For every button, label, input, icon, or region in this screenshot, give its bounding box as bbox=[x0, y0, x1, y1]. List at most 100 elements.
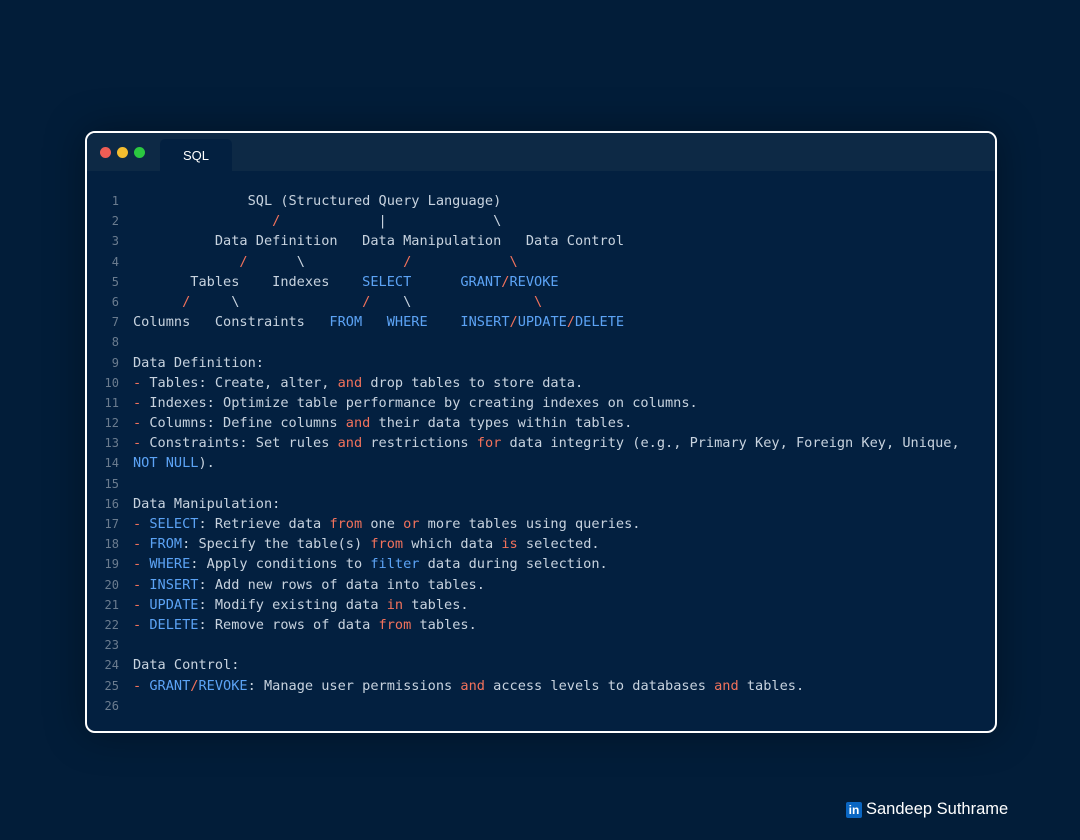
tab-sql[interactable]: SQL bbox=[160, 139, 232, 171]
code-token: NOT NULL bbox=[133, 455, 199, 472]
line-content: - GRANT/REVOKE: Manage user permissions … bbox=[133, 676, 804, 696]
line-content: - SELECT: Retrieve data from one or more… bbox=[133, 514, 640, 534]
code-token: Tables Indexes bbox=[133, 273, 363, 290]
code-token: : Specify the table(s) bbox=[182, 536, 371, 553]
minimize-dot-icon[interactable] bbox=[117, 147, 128, 158]
title-bar: SQL bbox=[87, 133, 995, 171]
line-number: 15 bbox=[104, 476, 119, 491]
line-number: 25 bbox=[104, 678, 119, 693]
maximize-dot-icon[interactable] bbox=[134, 147, 145, 158]
line-content: Data Definition Data Manipulation Data C… bbox=[133, 231, 624, 251]
code-token: \ bbox=[247, 253, 404, 270]
code-token: - bbox=[133, 677, 150, 694]
code-token: FROM bbox=[149, 536, 183, 553]
close-dot-icon[interactable] bbox=[100, 147, 111, 158]
code-token: or bbox=[403, 516, 420, 532]
line-number: 13 bbox=[104, 436, 119, 451]
code-line: 4 / \ / \ bbox=[87, 252, 995, 272]
code-line: 25 - GRANT/REVOKE: Manage user permission… bbox=[87, 676, 995, 696]
code-token: SELECT bbox=[149, 516, 199, 532]
code-token: - bbox=[133, 394, 150, 411]
code-token: UPDATE bbox=[149, 596, 199, 613]
code-token: \ bbox=[370, 293, 535, 310]
line-content: / | \ bbox=[133, 211, 501, 231]
code-line: 23 bbox=[87, 635, 995, 655]
code-line: 13 - Constraints: Set rules and restricti… bbox=[87, 433, 995, 453]
code-token: DELETE bbox=[575, 314, 625, 331]
line-number: 11 bbox=[104, 395, 119, 410]
line-number: 6 bbox=[111, 294, 119, 309]
line-content: - INSERT: Add new rows of data into tabl… bbox=[133, 575, 485, 595]
code-token: Data Manipulation: bbox=[133, 495, 281, 512]
line-number: 8 bbox=[111, 335, 119, 350]
code-token: - bbox=[133, 576, 150, 593]
line-number: 4 bbox=[111, 254, 119, 269]
code-token: from bbox=[329, 516, 363, 532]
line-number: 22 bbox=[104, 617, 119, 632]
code-line: 21- UPDATE: Modify existing data in tabl… bbox=[87, 595, 995, 615]
line-content: - Columns: Define columns and their data… bbox=[133, 413, 632, 433]
code-token: and bbox=[714, 677, 739, 694]
line-number: 16 bbox=[104, 496, 119, 511]
code-token: : Manage user permissions bbox=[247, 677, 461, 694]
line-number: 24 bbox=[104, 658, 119, 673]
line-content: - DELETE: Remove rows of data from table… bbox=[133, 615, 477, 635]
code-token: : Retrieve data bbox=[198, 516, 330, 532]
code-token: WHERE bbox=[149, 556, 191, 573]
line-content: - Constraints: Set rules and restriction… bbox=[133, 433, 960, 453]
code-token: filter bbox=[370, 556, 420, 573]
line-content: - UPDATE: Modify existing data in tables… bbox=[133, 595, 469, 615]
linkedin-icon: in bbox=[846, 801, 862, 818]
author-name: Sandeep Suthrame bbox=[866, 800, 1009, 818]
code-line: 24 Data Control: bbox=[87, 655, 995, 675]
code-token: - bbox=[133, 596, 150, 613]
code-token: UPDATE bbox=[517, 314, 567, 331]
code-line: 3 Data Definition Data Manipulation Data… bbox=[87, 231, 995, 251]
code-token: : Remove rows of data bbox=[198, 616, 379, 633]
code-token: - bbox=[133, 536, 150, 553]
code-line: 20 - INSERT: Add new rows of data into ta… bbox=[87, 575, 995, 595]
code-token: : Modify existing data bbox=[198, 596, 387, 613]
code-line: 2 / | \ bbox=[87, 211, 995, 231]
code-token: tables. bbox=[403, 596, 469, 613]
code-token: | \ bbox=[280, 213, 502, 230]
code-token: tables. bbox=[738, 677, 805, 694]
code-token: - bbox=[133, 516, 150, 532]
code-line: 19- WHERE: Apply conditions to filter da… bbox=[87, 554, 995, 574]
line-content: Tables Indexes SELECT GRANT/REVOKE bbox=[133, 272, 558, 292]
code-line: 8 bbox=[87, 332, 995, 352]
code-token: and bbox=[460, 677, 485, 694]
code-token: \ bbox=[534, 293, 543, 310]
code-line: 16 Data Manipulation: bbox=[87, 494, 995, 514]
code-token: data during selection. bbox=[419, 556, 608, 573]
code-token: data integrity (e.g., Primary Key, Forei… bbox=[501, 435, 960, 452]
line-content: SQL (Structured Query Language) bbox=[133, 191, 502, 211]
code-token: one bbox=[362, 516, 404, 532]
code-token: selected. bbox=[517, 536, 600, 553]
line-content: Columns Constraints FROM WHERE INSERT/UP… bbox=[133, 312, 624, 332]
code-token: / bbox=[239, 253, 248, 270]
window-controls bbox=[100, 147, 145, 158]
code-token: SELECT bbox=[362, 273, 412, 290]
code-token: Indexes: Optimize table performance by c… bbox=[149, 394, 698, 411]
code-line: 22 - DELETE: Remove rows of data from tab… bbox=[87, 615, 995, 635]
code-line: 26 bbox=[87, 696, 995, 716]
code-token: \ bbox=[509, 253, 518, 270]
code-token: is bbox=[501, 536, 518, 553]
code-token: - bbox=[133, 616, 150, 633]
code-token: which data bbox=[403, 536, 502, 553]
code-token: from bbox=[378, 616, 412, 633]
code-token: - bbox=[133, 415, 150, 432]
line-number: 7 bbox=[111, 315, 119, 330]
line-number: 3 bbox=[111, 234, 119, 249]
code-token: Data Definition Data Manipulation Data C… bbox=[133, 233, 625, 250]
line-number: 20 bbox=[104, 577, 119, 592]
code-line: 18- FROM: Specify the table(s) from whic… bbox=[87, 534, 995, 554]
code-token: restrictions bbox=[362, 435, 477, 452]
code-token: DELETE bbox=[149, 616, 199, 633]
code-token: : Add new rows of data into tables. bbox=[198, 576, 485, 593]
code-token: REVOKE bbox=[198, 677, 248, 694]
code-token: Data Control: bbox=[133, 657, 240, 674]
